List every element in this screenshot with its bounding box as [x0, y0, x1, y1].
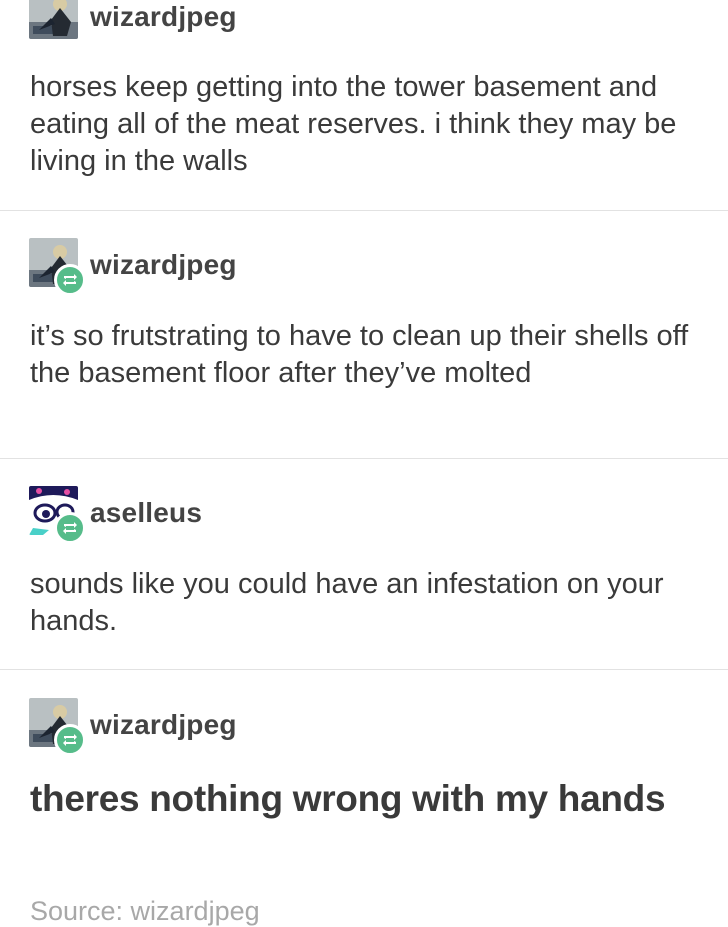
post-text: sounds like you could have an infestatio…: [30, 568, 664, 637]
post-username[interactable]: aselleus: [90, 497, 202, 529]
reblog-icon: [54, 724, 86, 756]
reblog-icon: [54, 264, 86, 296]
post-username[interactable]: wizardjpeg: [90, 709, 237, 741]
post-divider: [0, 458, 728, 459]
post-divider: [0, 210, 728, 211]
post-text: it’s so frutstrating to have to clean up…: [30, 320, 689, 389]
reblog-icon: [54, 512, 86, 544]
post-text-bold: theres nothing wrong with my hands: [30, 778, 666, 819]
post-text: horses keep getting into the tower basem…: [30, 71, 677, 177]
avatar-wizardjpeg[interactable]: [29, 0, 78, 39]
post-username[interactable]: wizardjpeg: [90, 1, 237, 33]
post-username[interactable]: wizardjpeg: [90, 249, 237, 281]
post-divider: [0, 669, 728, 670]
source-link[interactable]: Source: wizardjpeg: [30, 896, 260, 927]
